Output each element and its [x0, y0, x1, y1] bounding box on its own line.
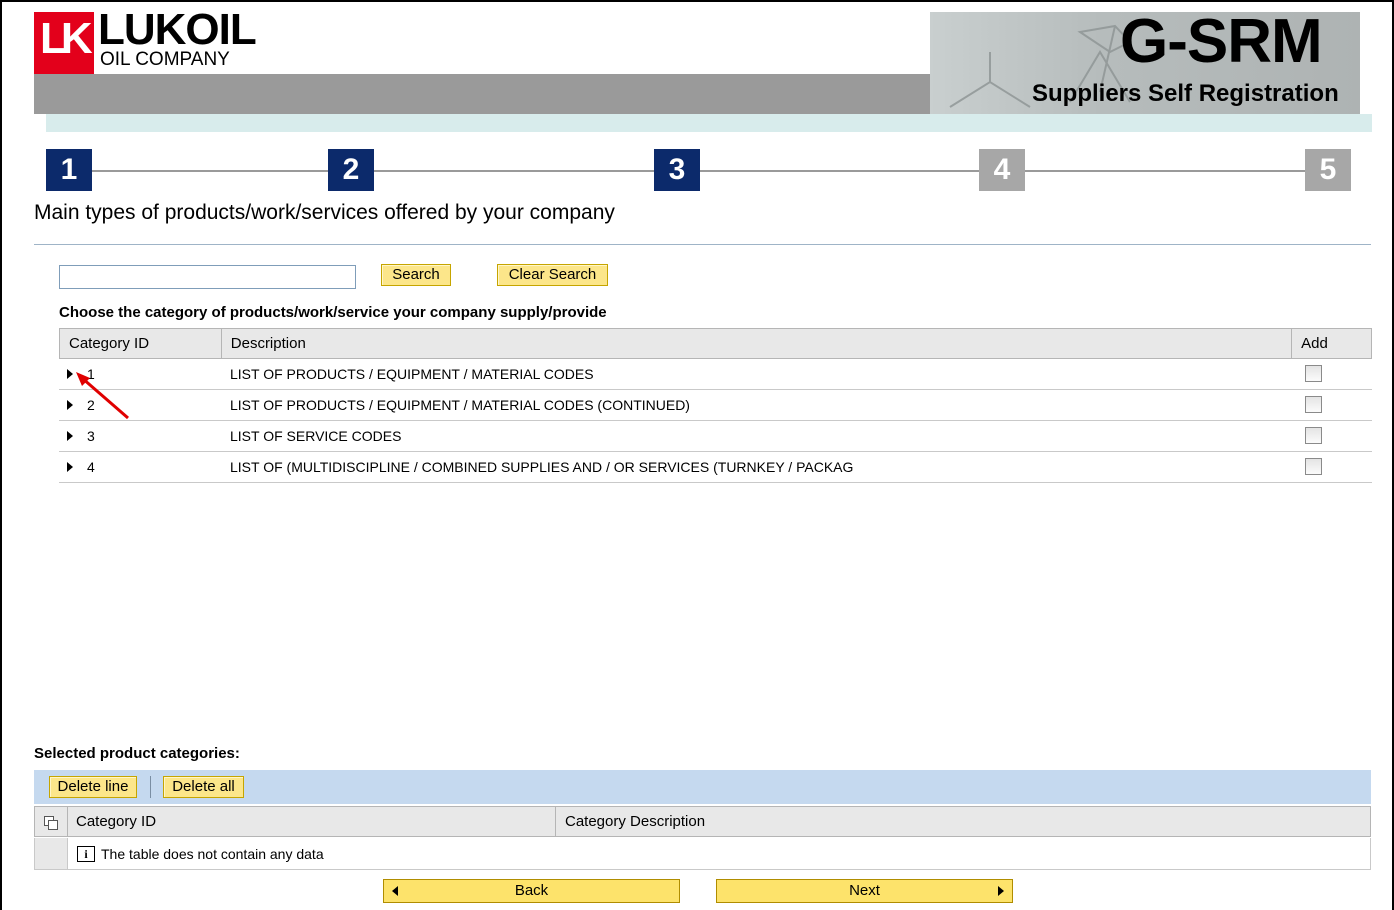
info-icon: i	[77, 845, 95, 862]
row-selector	[35, 838, 68, 869]
step-connector	[700, 170, 980, 172]
category-table: Category ID Description Add 1 LIST OF PR…	[59, 328, 1372, 483]
table-row: 1 LIST OF PRODUCTS / EQUIPMENT / MATERIA…	[59, 359, 1372, 390]
selected-table-header: Category ID Category Description	[34, 806, 1371, 837]
category-instruction: Choose the category of products/work/ser…	[59, 304, 607, 321]
search-button[interactable]: Search	[381, 264, 451, 286]
app-name: G-SRM	[1120, 7, 1323, 76]
step-connector	[1025, 170, 1305, 172]
step-2: 2	[328, 149, 374, 191]
column-header-category-id[interactable]: Category ID	[60, 329, 222, 358]
category-id: 3	[87, 428, 95, 444]
select-all-icon[interactable]	[35, 807, 68, 836]
toolbar-separator	[150, 776, 151, 798]
add-checkbox[interactable]	[1305, 427, 1322, 444]
table-row: 3 LIST OF SERVICE CODES	[59, 421, 1372, 452]
column-header-add[interactable]: Add	[1292, 329, 1371, 358]
column-header-category-description[interactable]: Category Description	[556, 807, 1370, 836]
empty-table-message: The table does not contain any data	[101, 845, 324, 862]
step-3: 3	[654, 149, 700, 191]
step-1: 1	[46, 149, 92, 191]
expand-icon[interactable]	[67, 462, 73, 472]
category-description: LIST OF SERVICE CODES	[230, 428, 402, 444]
step-connector	[92, 170, 329, 172]
divider	[34, 244, 1371, 245]
header-stripe	[46, 114, 1372, 132]
category-description: LIST OF PRODUCTS / EQUIPMENT / MATERIAL …	[230, 366, 594, 382]
expand-icon[interactable]	[67, 431, 73, 441]
table-row: 4 LIST OF (MULTIDISCIPLINE / COMBINED SU…	[59, 452, 1372, 483]
delete-line-button[interactable]: Delete line	[49, 776, 137, 798]
next-label: Next	[849, 882, 880, 899]
lukoil-logo-mark: LK	[34, 12, 94, 74]
step-connector	[374, 170, 655, 172]
category-id: 4	[87, 459, 95, 475]
back-label: Back	[514, 882, 549, 899]
brand-subtitle: OIL COMPANY	[100, 49, 230, 70]
back-button[interactable]: Back	[383, 879, 680, 903]
column-header-category-id[interactable]: Category ID	[68, 807, 556, 836]
add-checkbox[interactable]	[1305, 365, 1322, 382]
add-checkbox[interactable]	[1305, 458, 1322, 475]
arrow-left-icon	[392, 886, 398, 896]
page-title: Main types of products/work/services off…	[34, 201, 615, 224]
expand-icon[interactable]	[67, 369, 73, 379]
expand-icon[interactable]	[67, 400, 73, 410]
red-arrow-annotation	[76, 372, 129, 420]
app-subtitle: Suppliers Self Registration	[1032, 80, 1339, 107]
category-description: LIST OF PRODUCTS / EQUIPMENT / MATERIAL …	[230, 397, 690, 413]
clear-search-button[interactable]: Clear Search	[497, 264, 608, 286]
column-header-description[interactable]: Description	[222, 329, 1293, 358]
selected-categories-label: Selected product categories:	[34, 745, 240, 762]
add-checkbox[interactable]	[1305, 396, 1322, 413]
table-header: Category ID Description Add	[59, 328, 1372, 359]
delete-all-button[interactable]: Delete all	[163, 776, 244, 798]
next-button[interactable]: Next	[716, 879, 1013, 903]
brand-name: LUKOIL	[98, 5, 257, 54]
step-5: 5	[1305, 149, 1351, 191]
arrow-right-icon	[998, 886, 1004, 896]
empty-table-row: i The table does not contain any data	[34, 838, 1371, 870]
category-description: LIST OF (MULTIDISCIPLINE / COMBINED SUPP…	[230, 459, 854, 475]
step-4: 4	[979, 149, 1025, 191]
search-input[interactable]	[59, 265, 356, 289]
table-row: 2 LIST OF PRODUCTS / EQUIPMENT / MATERIA…	[59, 390, 1372, 421]
